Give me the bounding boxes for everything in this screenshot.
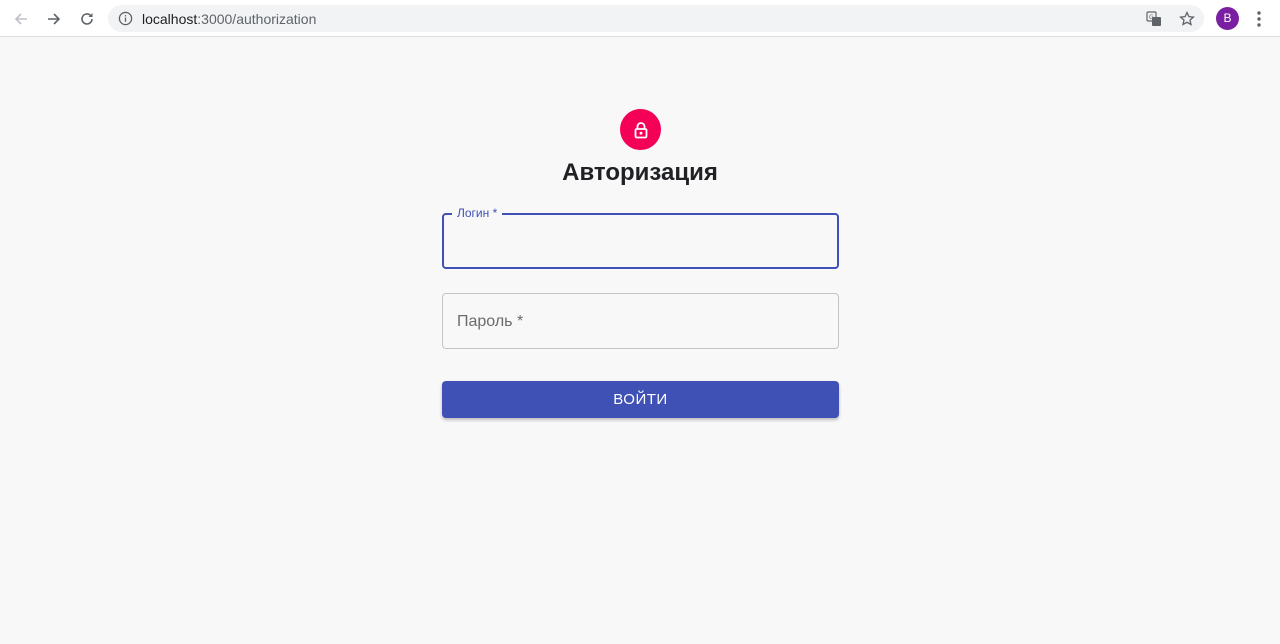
back-button[interactable]: [8, 6, 34, 32]
profile-avatar[interactable]: B: [1216, 7, 1239, 30]
svg-text:G: G: [1149, 14, 1154, 21]
url-host: localhost: [142, 11, 198, 27]
translate-button[interactable]: G: [1145, 10, 1163, 28]
login-label: Логин *: [452, 206, 503, 220]
lock-avatar: [620, 109, 661, 150]
password-input[interactable]: [455, 308, 825, 334]
url-path: :3000/authorization: [197, 11, 317, 27]
page-title: Авторизация: [562, 159, 718, 186]
translate-icon: G: [1146, 11, 1161, 26]
arrow-right-icon: [48, 13, 61, 25]
browser-toolbar: localhost:3000/authorization G B: [0, 0, 1280, 37]
url-text[interactable]: localhost:3000/authorization: [142, 11, 316, 27]
login-input[interactable]: [456, 229, 826, 255]
address-bar[interactable]: localhost:3000/authorization G: [108, 5, 1204, 32]
bookmark-button[interactable]: [1178, 10, 1196, 28]
password-field[interactable]: Пароль *: [442, 293, 839, 349]
login-button[interactable]: ВОЙТИ: [442, 381, 839, 418]
arrow-left-icon: [14, 13, 27, 25]
login-field[interactable]: Логин *: [442, 206, 839, 269]
reload-icon: [81, 13, 93, 25]
reload-button[interactable]: [74, 6, 100, 32]
star-icon: [1179, 11, 1195, 26]
forward-button[interactable]: [41, 6, 67, 32]
lock-icon: [634, 121, 647, 138]
info-icon[interactable]: [118, 11, 133, 26]
kebab-menu-icon[interactable]: [1250, 9, 1268, 29]
